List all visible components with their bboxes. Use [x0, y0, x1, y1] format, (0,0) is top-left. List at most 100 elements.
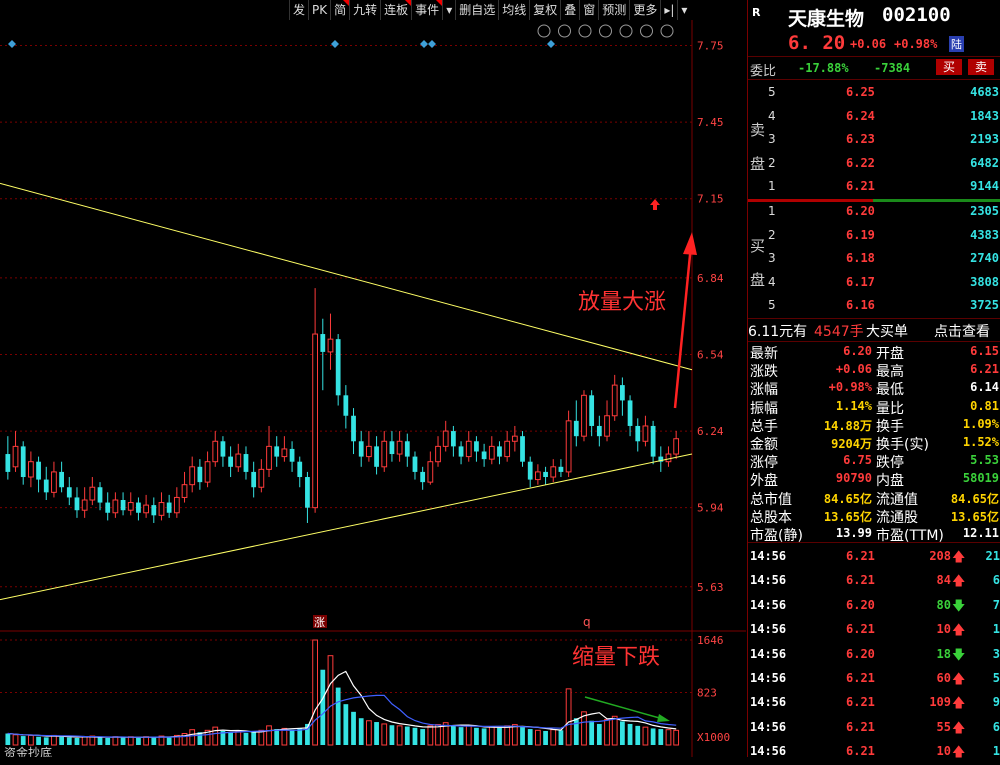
candle-body-up [81, 499, 88, 511]
stat-value: 6.21 [970, 362, 999, 377]
price-tick-label: 6.84 [697, 272, 724, 285]
toolbar-button-14[interactable]: ▸| [660, 0, 677, 20]
candle-body-up [673, 438, 680, 455]
tick-volume: 55 [936, 719, 951, 734]
market-tag[interactable]: 陆 [949, 36, 964, 52]
stat-value: 9204万 [831, 437, 872, 451]
volume-bar-up [28, 734, 34, 746]
stat-value: 90790 [835, 471, 872, 486]
volume-bar-down [228, 732, 233, 745]
chart-toolbar: 发 PK 简九转 连板 事件 ▾ 删自选 均线 复权叠窗预测 更多 ▸| ▾ [289, 0, 691, 20]
candle-body-down [497, 446, 502, 457]
toolbar-button-10[interactable]: 叠 [560, 0, 579, 20]
tick-row: 14:56 6.21 109 🡅 9 [748, 692, 1000, 712]
bid-level-row[interactable]: 1 6.20 2305 [748, 201, 1000, 221]
kline-chart[interactable]: 7.75 7.45 7.15 6.84 6.54 6.24 5.94 5.63 1646 823 X… [0, 0, 746, 757]
price-change-pct: +0.98% [894, 37, 938, 51]
tick-price: 6.21 [846, 719, 875, 734]
big-order-link[interactable]: 点击查看 [934, 321, 990, 341]
candle-body-up [258, 468, 265, 488]
ask-level-row[interactable]: 4 6.24 1843 [748, 106, 1000, 126]
volume-bar-down [420, 729, 426, 745]
tick-time: 14:56 [750, 695, 787, 710]
stock-name[interactable]: 天康生物 [788, 4, 864, 31]
volume-bar-down [289, 729, 295, 745]
toolbar-button-15[interactable]: ▾ [677, 0, 690, 20]
candle-body-down [635, 425, 641, 442]
candle-body-down [573, 420, 579, 437]
volume-bar-up [81, 736, 88, 746]
volume-bar-up [12, 734, 19, 746]
toolbar-button-9[interactable]: 复权 [529, 0, 560, 20]
toolbar-button-7[interactable]: 删自选 [455, 0, 498, 20]
volume-bar-up [535, 729, 541, 746]
toolbar-button-1[interactable]: PK [308, 0, 330, 20]
candle-body-up [665, 453, 672, 463]
volume-bar-down [74, 737, 80, 745]
kline-chart-area[interactable]: 7.75 7.45 7.15 6.84 6.54 6.24 5.94 5.63 1646 823 X… [0, 0, 746, 757]
candle-body-up [581, 394, 587, 437]
volume-bar-down [474, 727, 479, 745]
settings-icon [537, 24, 551, 38]
candle-body-up [604, 415, 610, 437]
volume-bar-down [66, 737, 72, 745]
bid-level-index: 5 [768, 298, 776, 312]
bid-level-row[interactable]: 5 6.16 3725 [748, 295, 1000, 315]
volume-bar-up [504, 725, 511, 746]
sell-button[interactable]: 卖 [968, 59, 994, 75]
candle-body-down [420, 471, 426, 483]
toolbar-button-13[interactable]: 更多 [629, 0, 660, 20]
tick-count: 6 [992, 719, 1000, 734]
stat-label: 换手(实) [876, 437, 929, 453]
volume-bar-up [235, 731, 242, 746]
volume-bar-down [43, 737, 49, 745]
candle-body-up [204, 461, 211, 483]
candle-body-down [320, 334, 326, 352]
toolbar-button-2[interactable]: 简 [330, 0, 350, 20]
up-arrow-icon: 🡅 [952, 745, 966, 761]
ask-level-row[interactable]: 3 6.23 2193 [748, 129, 1000, 149]
ask-level-row[interactable]: 1 6.21 9144 [748, 176, 1000, 196]
toolbar-button-12[interactable]: 预测 [598, 0, 629, 20]
annotation-down-text: 缩量下跌 [572, 645, 660, 670]
toolbar-button-0[interactable]: 发 [289, 0, 308, 20]
volume-bar-down [36, 736, 41, 745]
ask-level-row[interactable]: 2 6.22 6482 [748, 153, 1000, 173]
tick-price: 6.21 [846, 695, 875, 710]
up-arrow-icon: 🡅 [952, 550, 966, 565]
toolbar-button-8[interactable]: 均线 [498, 0, 529, 20]
toolbar-button-11[interactable]: 窗 [579, 0, 598, 20]
candle-body-up [89, 486, 96, 501]
candle-body-down [358, 441, 364, 457]
volume-bar-up [212, 726, 219, 746]
tick-volume: 10 [936, 622, 951, 637]
volume-bar-down [520, 727, 525, 745]
lower-trendline [0, 453, 693, 601]
volume-bar-down [274, 729, 280, 745]
big-order-row[interactable]: 6.11元有 4547手 大买单 点击查看 [748, 321, 1000, 341]
stat-value: 6.75 [843, 453, 872, 468]
toolbar-button-4[interactable]: 连板 [380, 0, 412, 20]
event-diamond-icon [331, 40, 339, 48]
ask-level-row[interactable]: 5 6.25 4683 [748, 82, 1000, 102]
down-arrow-icon: 🡇 [952, 647, 966, 663]
toolbar-button-6[interactable]: ▾ [442, 0, 455, 20]
candle-body-up [427, 461, 434, 483]
toolbar-button-3[interactable]: 九转 [349, 0, 380, 20]
candle-body-down [620, 385, 625, 401]
limit-up-marker: 涨 [314, 616, 325, 629]
bid-level-row[interactable]: 4 6.17 3808 [748, 272, 1000, 292]
volume-bar-up [465, 725, 472, 746]
up-arrow-icon: 🡅 [952, 672, 966, 687]
ask-level-price: 6.22 [846, 155, 875, 170]
toolbar-button-5[interactable]: 事件 [411, 0, 443, 20]
bid-level-row[interactable]: 3 6.18 2740 [748, 248, 1000, 268]
bid-level-price: 6.16 [846, 298, 875, 312]
tick-count: 7 [992, 597, 1000, 612]
price-tick-label: 7.75 [697, 40, 724, 53]
stock-code: 002100 [882, 4, 951, 26]
stat-row: 市盈(静) 13.99 市盈(TTM) 12.11 [748, 525, 1000, 544]
buy-button[interactable]: 买 [936, 59, 962, 75]
big-up-arrow [673, 244, 693, 409]
bid-level-row[interactable]: 2 6.19 4383 [748, 225, 1000, 245]
